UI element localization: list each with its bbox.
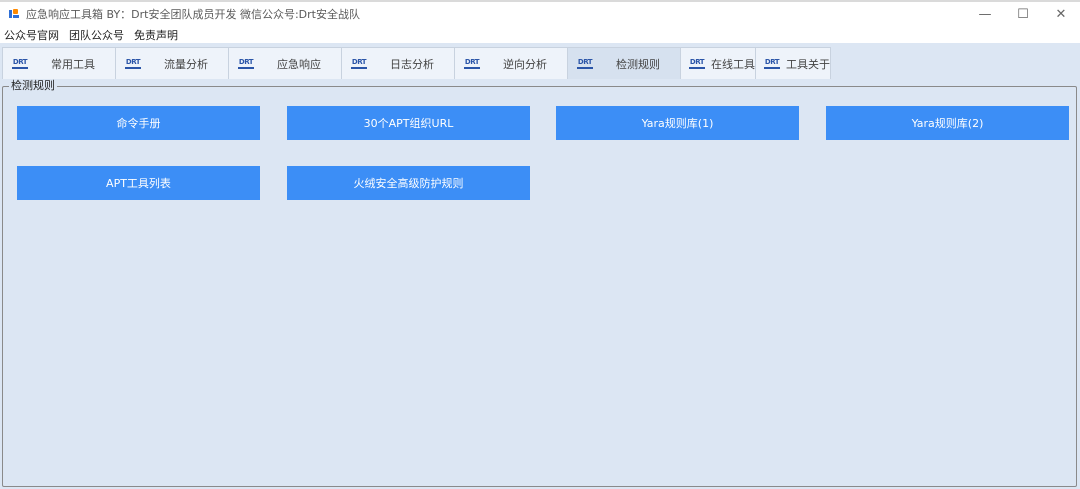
title-bar[interactable]: 应急响应工具箱 BY：Drt安全团队成员开发 微信公众号:Drt安全战队 — ☐… [0, 2, 1080, 26]
minimize-button[interactable]: — [966, 2, 1004, 26]
window-controls: — ☐ ✕ [966, 2, 1080, 26]
drt-logo-icon: DRT [350, 58, 368, 70]
command-manual-button[interactable]: 命令手册 [17, 106, 260, 140]
drt-logo-icon: DRT [11, 58, 29, 70]
drt-logo-icon: DRT [124, 58, 142, 70]
tab-strip: DRT 常用工具 DRT 流量分析 DRT 应急响应 DRT 日志分析 DRT … [2, 47, 831, 79]
maximize-button[interactable]: ☐ [1004, 2, 1042, 26]
tab-about-tools[interactable]: DRT 工具关于 [755, 47, 831, 79]
drt-logo-icon: DRT [463, 58, 481, 70]
menu-bar: 公众号官网 团队公众号 免责声明 [0, 26, 1080, 43]
tab-label: 在线工具 [711, 57, 755, 71]
tab-incident-response[interactable]: DRT 应急响应 [228, 47, 342, 79]
tab-label: 日志分析 [390, 57, 434, 71]
close-button[interactable]: ✕ [1042, 2, 1080, 26]
tab-log-analysis[interactable]: DRT 日志分析 [341, 47, 455, 79]
detection-rules-group: 检测规则 命令手册 30个APT组织URL Yara规则库(1) Yara规则库… [2, 80, 1077, 487]
huorong-rules-button[interactable]: 火绒安全高级防护规则 [287, 166, 530, 200]
drt-logo-icon: DRT [764, 58, 780, 70]
tab-label: 应急响应 [277, 57, 321, 71]
main-content: DRT 常用工具 DRT 流量分析 DRT 应急响应 DRT 日志分析 DRT … [0, 43, 1080, 489]
tab-online-tools[interactable]: DRT 在线工具 [680, 47, 756, 79]
apt-url-button[interactable]: 30个APT组织URL [287, 106, 530, 140]
drt-logo-icon: DRT [576, 58, 594, 70]
group-title: 检测规则 [9, 79, 57, 92]
tab-reverse-analysis[interactable]: DRT 逆向分析 [454, 47, 568, 79]
app-logo-icon [8, 8, 20, 20]
tab-detection-rules[interactable]: DRT 检测规则 [567, 47, 681, 79]
tab-label: 工具关于 [786, 57, 830, 71]
drt-logo-icon: DRT [689, 58, 705, 70]
tab-label: 检测规则 [616, 57, 660, 71]
apt-tool-list-button[interactable]: APT工具列表 [17, 166, 260, 200]
yara-rules-1-button[interactable]: Yara规则库(1) [556, 106, 799, 140]
tab-label: 流量分析 [164, 57, 208, 71]
window-title: 应急响应工具箱 BY：Drt安全团队成员开发 微信公众号:Drt安全战队 [26, 8, 360, 21]
tab-traffic-analysis[interactable]: DRT 流量分析 [115, 47, 229, 79]
yara-rules-2-button[interactable]: Yara规则库(2) [826, 106, 1069, 140]
menu-item-official-site[interactable]: 公众号官网 [4, 27, 59, 43]
tab-common-tools[interactable]: DRT 常用工具 [2, 47, 116, 79]
menu-item-disclaimer[interactable]: 免责声明 [134, 27, 178, 43]
menu-item-team-account[interactable]: 团队公众号 [69, 27, 124, 43]
drt-logo-icon: DRT [237, 58, 255, 70]
tab-label: 常用工具 [51, 57, 95, 71]
tab-label: 逆向分析 [503, 57, 547, 71]
